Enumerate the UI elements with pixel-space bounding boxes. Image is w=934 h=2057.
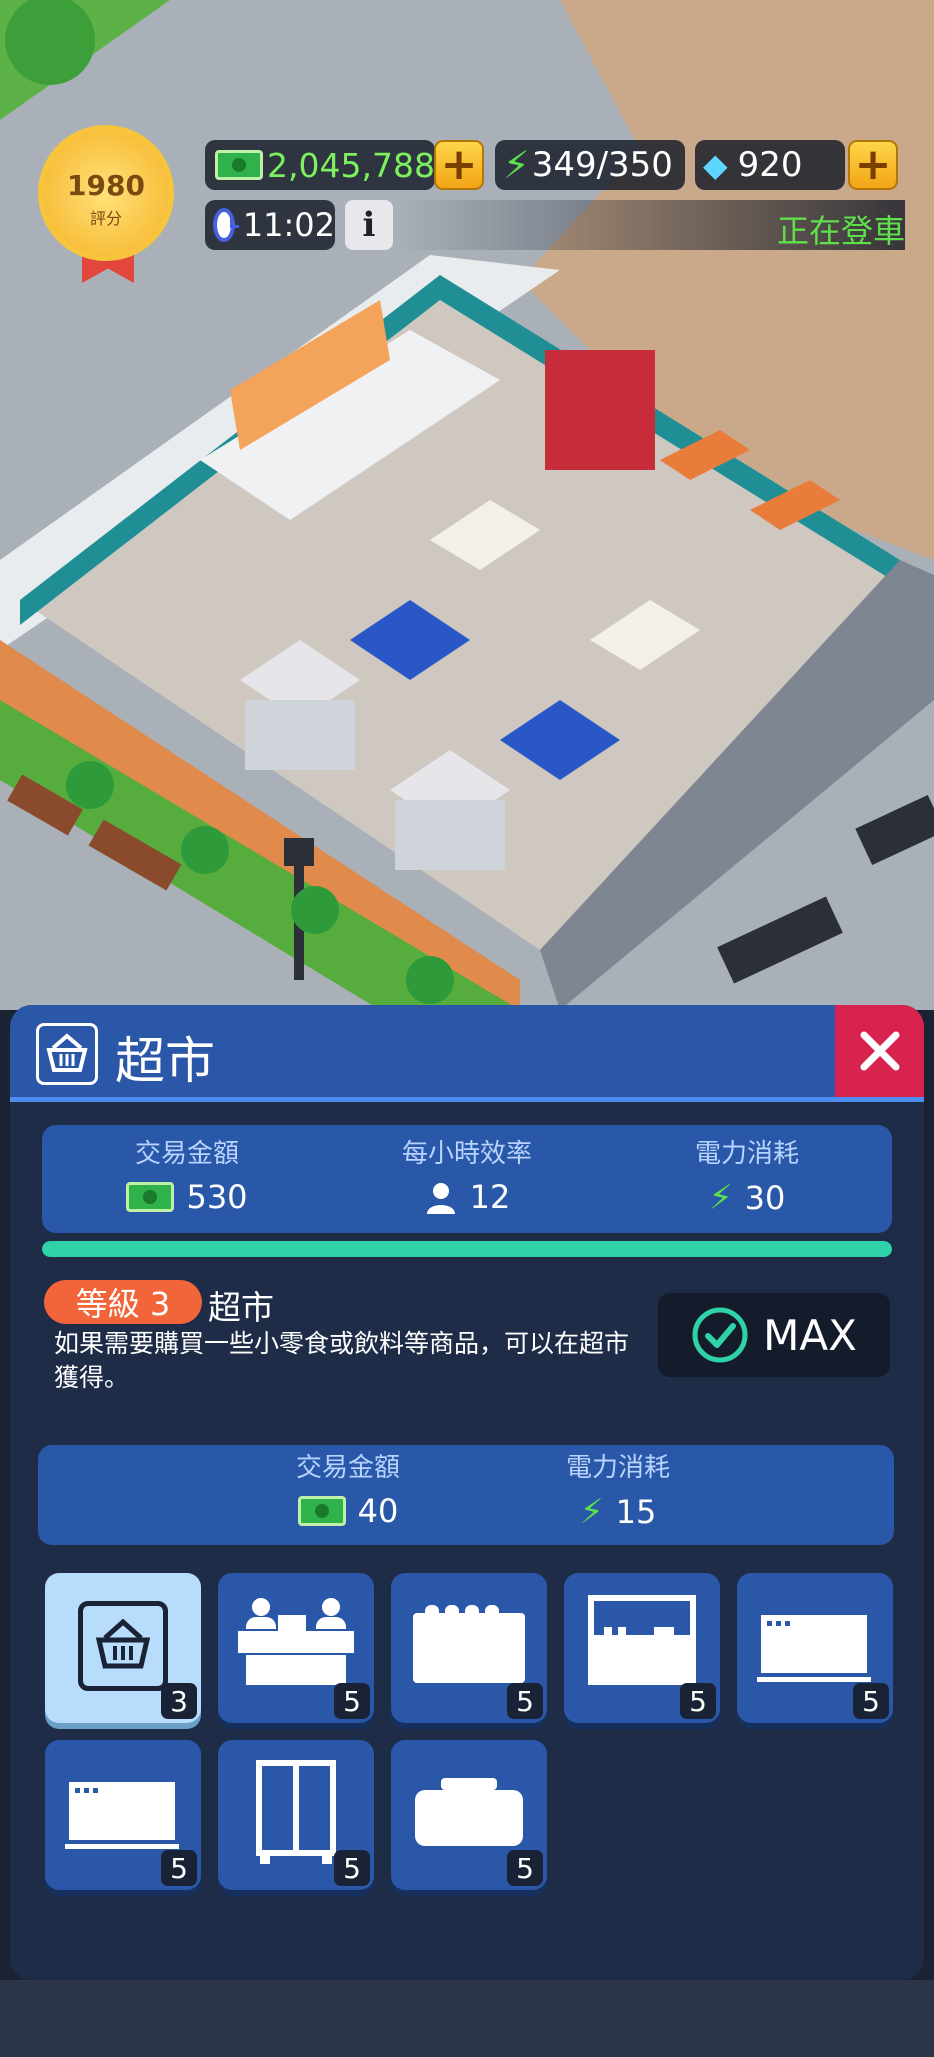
lightning-icon: ⚡ xyxy=(503,143,530,187)
item-tile-basket[interactable]: 3 xyxy=(45,1573,201,1723)
info-button[interactable]: i xyxy=(345,200,393,250)
clock-icon xyxy=(213,208,239,242)
item-count: 5 xyxy=(680,1683,716,1719)
upgrade-stat-power: 電力消耗 ⚡ 15 xyxy=(488,1447,748,1532)
cash-icon xyxy=(215,150,263,180)
basket-icon xyxy=(78,1601,168,1691)
diamond-icon: ◆ xyxy=(703,146,728,184)
item-tile-chest-freezer[interactable]: 5 xyxy=(391,1740,547,1890)
panel-title: 超市 xyxy=(115,1032,215,1090)
level-badge: 等級 3 xyxy=(44,1280,202,1324)
stat-transaction: 交易金額 530 xyxy=(42,1133,332,1216)
item-count: 5 xyxy=(853,1683,889,1719)
stat-efficiency: 每小時效率 12 xyxy=(322,1133,612,1216)
gem-counter: ◆ 920 xyxy=(695,140,845,190)
rating-value: 1980 xyxy=(67,169,145,202)
stat-power: 電力消耗 ⚡ 30 xyxy=(602,1133,892,1218)
cash-value: 2,045,788 xyxy=(267,145,435,185)
cash-counter: 2,045,788 xyxy=(205,140,435,190)
energy-value: 349/350 xyxy=(531,145,673,185)
stat-value: 15 xyxy=(615,1493,657,1531)
basket-icon xyxy=(36,1023,98,1085)
rating-label: 評分 xyxy=(89,209,122,228)
add-cash-button[interactable]: + xyxy=(434,140,484,190)
rating-medal[interactable]: 1980 評分 xyxy=(38,125,178,285)
energy-counter: ⚡ 349/350 xyxy=(495,140,685,190)
info-icon: i xyxy=(362,205,376,245)
stat-label: 交易金額 xyxy=(134,1139,239,1169)
max-level-indicator: MAX xyxy=(658,1293,890,1377)
item-tile-snack-shelf[interactable]: 5 xyxy=(564,1573,720,1723)
stat-value: 530 xyxy=(186,1178,248,1216)
current-stats: 交易金額 530 每小時效率 12 電力消耗 ⚡ 30 xyxy=(42,1125,892,1233)
checkmark-icon xyxy=(692,1307,748,1363)
facility-panel: 超市 交易金額 530 每小時效率 12 電力消耗 ⚡ 30 等級 3 超市 如… xyxy=(10,1005,924,1980)
add-gems-button[interactable]: + xyxy=(848,140,898,190)
item-tile-freezer-2[interactable]: 5 xyxy=(45,1740,201,1890)
item-tile-cashier[interactable]: 5 xyxy=(218,1573,374,1723)
item-count: 5 xyxy=(507,1683,543,1719)
item-count: 3 xyxy=(161,1683,197,1719)
status-text: 正在登車 xyxy=(776,212,905,250)
facility-description: 如果需要購買一些小零食或飲料等商品，可以在超市獲得。 xyxy=(54,1329,630,1392)
level-progress-fill xyxy=(42,1241,892,1257)
stat-label: 交易金額 xyxy=(295,1453,400,1483)
cash-icon xyxy=(297,1496,346,1526)
stat-label: 電力消耗 xyxy=(694,1139,799,1169)
item-tile-freezer[interactable]: 5 xyxy=(737,1573,893,1723)
system-nav-bar xyxy=(0,1980,934,2057)
person-icon xyxy=(426,1183,455,1214)
stat-value: 40 xyxy=(357,1492,399,1530)
level-progress-bar xyxy=(42,1241,892,1257)
gem-value: 920 xyxy=(737,145,803,185)
cash-icon xyxy=(126,1182,175,1212)
item-tile-bakery-display[interactable]: 5 xyxy=(391,1573,547,1723)
upgrade-stat-transaction: 交易金額 40 xyxy=(218,1447,478,1530)
item-count: 5 xyxy=(507,1850,543,1886)
max-label: MAX xyxy=(763,1310,857,1360)
upgrade-stats: 交易金額 40 電力消耗 ⚡ 15 xyxy=(38,1445,894,1545)
item-count: 5 xyxy=(334,1683,370,1719)
item-count: 5 xyxy=(161,1850,197,1886)
panel-header: 超市 xyxy=(10,1005,924,1102)
item-tile-fridge[interactable]: 5 xyxy=(218,1740,374,1890)
stat-label: 電力消耗 xyxy=(565,1453,670,1483)
close-icon xyxy=(860,1031,899,1071)
stat-value: 30 xyxy=(744,1179,786,1217)
lightning-icon: ⚡ xyxy=(579,1492,604,1532)
game-scene[interactable]: 1980 評分 2,045,788 + ⚡ 349/350 ◆ 920 + 11… xyxy=(0,0,934,1010)
clock-value: 11:02 xyxy=(242,206,335,244)
item-count: 5 xyxy=(334,1850,370,1886)
facility-name: 超市 xyxy=(208,1288,274,1327)
stat-label: 每小時效率 xyxy=(401,1139,532,1169)
stat-value: 12 xyxy=(469,1178,511,1216)
level-text: 等級 3 xyxy=(75,1285,171,1323)
close-button[interactable] xyxy=(835,1005,924,1097)
lightning-icon: ⚡ xyxy=(708,1178,733,1218)
clock-display: 11:02 xyxy=(205,200,335,250)
